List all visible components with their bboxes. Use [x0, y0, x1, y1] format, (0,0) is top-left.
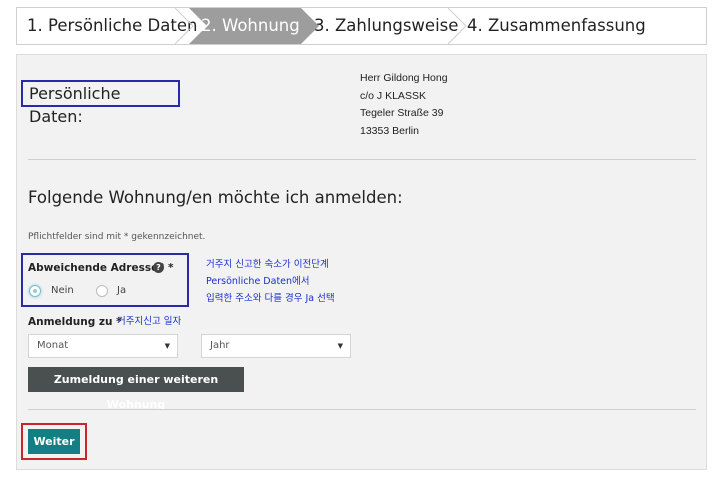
radio-nein[interactable] — [29, 285, 41, 297]
radio-nein-label[interactable]: Nein — [51, 285, 74, 296]
chevron-down-icon: ▼ — [337, 342, 343, 350]
divider — [28, 409, 696, 410]
annotation-line: Persönliche Daten에서 — [206, 276, 310, 287]
add-apartment-button[interactable]: Zumeldung einer weiteren Wohnung — [28, 367, 244, 411]
year-select[interactable]: Jahr ▼ — [201, 334, 351, 358]
step-chevron — [448, 8, 467, 44]
address-block: Herr Gildong Hong c/o J KLASSK Tegeler S… — [360, 70, 448, 140]
step-chevron — [175, 8, 194, 44]
registration-label: Anmeldung zu * — [28, 316, 122, 328]
address-line: 13353 Berlin — [360, 124, 419, 137]
radio-ja[interactable] — [96, 285, 108, 297]
diff-address-label: Abweichende Adresse? * — [28, 262, 174, 274]
step-1-personal-data[interactable]: 1. Persönliche Daten — [27, 8, 197, 44]
apartment-heading: Folgende Wohnung/en möchte ich anmelden: — [28, 188, 403, 207]
radio-ja-label[interactable]: Ja — [117, 285, 126, 296]
month-select-value: Monat — [37, 340, 69, 351]
step-3-payment[interactable]: 3. Zahlungsweise — [314, 8, 458, 44]
address-line: Herr Gildong Hong — [360, 72, 448, 84]
required-note: Pflichtfelder sind mit * gekennzeichnet. — [28, 232, 206, 242]
personal-data-title: Persönliche Daten: — [21, 80, 180, 126]
help-icon[interactable]: ? — [153, 262, 164, 273]
address-line: Tegeler Straße 39 — [360, 107, 444, 119]
annotation-registration: 거주지신고 일자 — [117, 316, 182, 327]
month-select[interactable]: Monat ▼ — [28, 334, 178, 358]
step-4-summary[interactable]: 4. Zusammenfassung — [467, 8, 646, 44]
annotation-line: 입력한 주소와 다를 경우 Ja 선택 — [206, 293, 335, 304]
chevron-down-icon: ▼ — [164, 342, 170, 350]
step-navigation: 1. Persönliche Daten 2. Wohnung 3. Zahlu… — [16, 7, 707, 45]
next-button[interactable]: Weiter — [28, 429, 80, 454]
annotation-line: 거주지 신고한 숙소가 이전단계 — [206, 259, 329, 270]
year-select-value: Jahr — [210, 340, 230, 351]
address-line: c/o J KLASSK — [360, 89, 426, 102]
step-2-apartment[interactable]: 2. Wohnung — [201, 8, 300, 44]
annotation-diff-address: 거주지 신고한 숙소가 이전단계 Persönliche Daten에서 입력한… — [206, 256, 335, 307]
divider — [28, 159, 696, 160]
